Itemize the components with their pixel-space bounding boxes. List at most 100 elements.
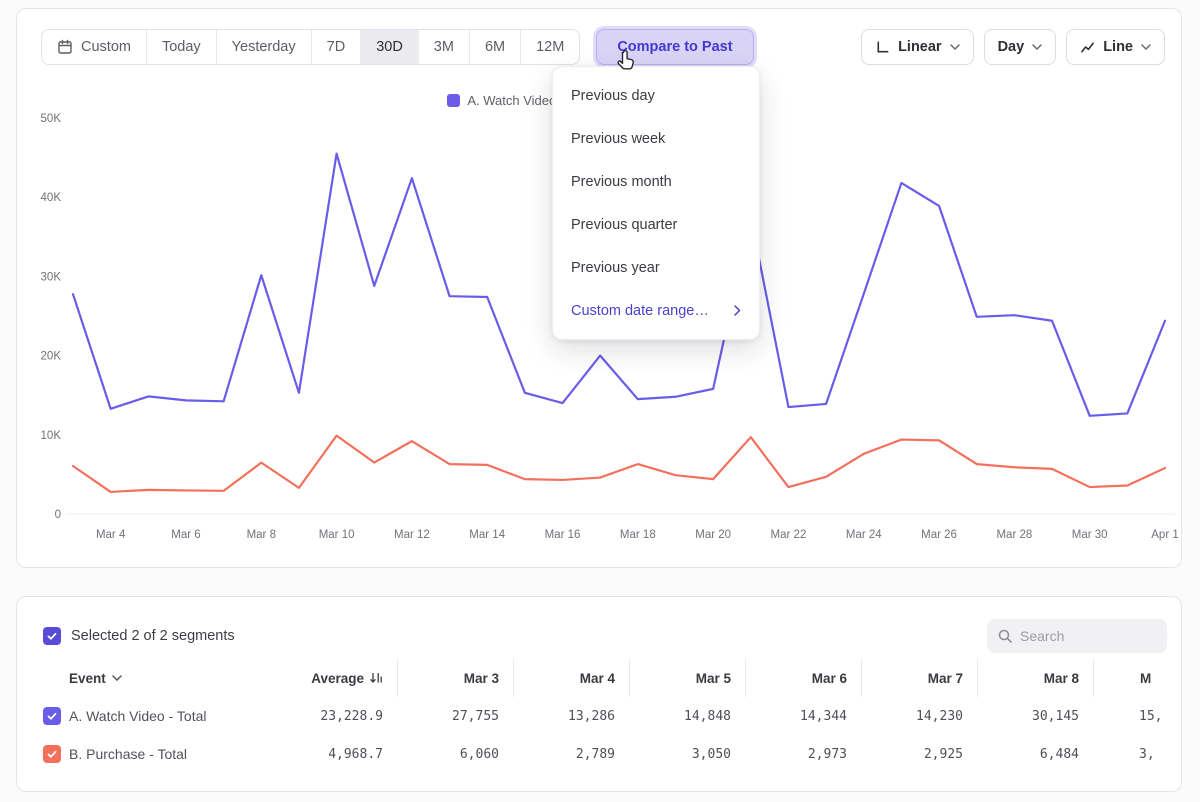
segments-table: Event Average Mar 3 Mar 4 Mar 5 Mar 6 Ma… <box>17 659 1182 773</box>
row-checkbox-cell <box>17 697 61 735</box>
range-label: Yesterday <box>232 39 296 55</box>
chevron-down-icon <box>112 675 122 681</box>
menu-item-custom-date-range[interactable]: Custom date range… <box>553 289 759 332</box>
segments-panel: Selected 2 of 2 segments Event Average <box>16 596 1182 792</box>
range-3m[interactable]: 3M <box>418 30 469 64</box>
column-header-date: Mar 4 <box>513 659 629 697</box>
compare-to-past-button[interactable]: Compare to Past <box>596 29 753 65</box>
header-checkbox-spacer <box>17 659 61 697</box>
x-tick-label: Mar 30 <box>1072 529 1108 541</box>
chevron-down-icon <box>950 44 960 50</box>
segment-name: B. Purchase - Total <box>61 735 297 773</box>
chart-type-select[interactable]: Line <box>1066 29 1165 65</box>
custom-date-range-label: Custom date range… <box>571 303 709 319</box>
average-value: 23,228.9 <box>297 697 397 735</box>
menu-item-previous-year[interactable]: Previous year <box>553 246 759 289</box>
segments-header: Selected 2 of 2 segments <box>43 617 1167 655</box>
segment-a-checkbox[interactable] <box>43 707 61 725</box>
legend-swatch <box>447 94 460 107</box>
range-label: 12M <box>536 39 564 55</box>
chevron-right-icon <box>734 305 741 316</box>
y-tick-label: 50K <box>41 113 62 125</box>
search-box <box>987 619 1167 653</box>
search-input[interactable] <box>1020 628 1150 644</box>
check-icon <box>46 748 58 760</box>
column-header-date: Mar 6 <box>745 659 861 697</box>
check-icon <box>46 630 58 642</box>
interval-label: Day <box>998 39 1025 55</box>
cell-value: 3,050 <box>629 735 745 773</box>
table-header-row: Event Average Mar 3 Mar 4 Mar 5 Mar 6 Ma… <box>17 659 1182 697</box>
range-6m[interactable]: 6M <box>469 30 520 64</box>
range-label: Today <box>162 39 201 55</box>
range-label: 6M <box>485 39 505 55</box>
x-tick-label: Mar 8 <box>247 529 276 541</box>
chart-controls: Linear Day Line <box>861 29 1165 65</box>
column-header-date: Mar 7 <box>861 659 977 697</box>
x-tick-label: Mar 26 <box>921 529 957 541</box>
scale-label: Linear <box>898 39 942 55</box>
cell-value: 13,286 <box>513 697 629 735</box>
table-row: B. Purchase - Total 4,968.7 6,060 2,789 … <box>17 735 1182 773</box>
date-range-selector: Custom Today Yesterday 7D 30D 3M 6M 12M <box>41 29 580 65</box>
column-header-date: Mar 5 <box>629 659 745 697</box>
x-tick-label: Mar 4 <box>96 529 126 541</box>
column-header-date: Mar 3 <box>397 659 513 697</box>
x-tick-label: Apr 1 <box>1151 529 1179 541</box>
range-12m[interactable]: 12M <box>520 30 579 64</box>
column-header-date: Mar 8 <box>977 659 1093 697</box>
y-tick-label: 40K <box>41 192 62 204</box>
cell-value: 30,145 <box>977 697 1093 735</box>
event-header-label: Event <box>69 671 106 686</box>
x-tick-label: Mar 28 <box>996 529 1032 541</box>
x-tick-label: Mar 18 <box>620 529 656 541</box>
range-custom[interactable]: Custom <box>42 30 146 64</box>
range-7d[interactable]: 7D <box>311 30 361 64</box>
column-header-event[interactable]: Event <box>61 659 297 697</box>
range-today[interactable]: Today <box>146 30 216 64</box>
cell-value: 2,973 <box>745 735 861 773</box>
menu-item-previous-day[interactable]: Previous day <box>553 74 759 117</box>
cell-value: 14,344 <box>745 697 861 735</box>
table-row: A. Watch Video - Total 23,228.9 27,755 1… <box>17 697 1182 735</box>
range-label: 7D <box>327 39 346 55</box>
menu-item-previous-quarter[interactable]: Previous quarter <box>553 203 759 246</box>
average-value: 4,968.7 <box>297 735 397 773</box>
range-label: 3M <box>434 39 454 55</box>
range-label: 30D <box>376 39 403 55</box>
cell-value: 2,789 <box>513 735 629 773</box>
column-header-date-clipped: M <box>1093 659 1182 697</box>
cell-value: 27,755 <box>397 697 513 735</box>
y-tick-label: 20K <box>41 351 62 363</box>
cell-value: 14,230 <box>861 697 977 735</box>
menu-item-previous-month[interactable]: Previous month <box>553 160 759 203</box>
x-tick-label: Mar 24 <box>846 529 882 541</box>
check-icon <box>46 710 58 722</box>
interval-select[interactable]: Day <box>984 29 1057 65</box>
sort-descending-icon <box>369 671 383 685</box>
range-yesterday[interactable]: Yesterday <box>216 30 311 64</box>
segment-b-checkbox[interactable] <box>43 745 61 763</box>
column-header-average[interactable]: Average <box>297 659 397 697</box>
series-line-1 <box>73 436 1165 492</box>
scale-select[interactable]: Linear <box>861 29 974 65</box>
range-label: Custom <box>81 39 131 55</box>
x-tick-label: Mar 16 <box>545 529 581 541</box>
select-all-checkbox[interactable] <box>43 627 61 645</box>
x-tick-label: Mar 6 <box>171 529 200 541</box>
calendar-icon <box>57 39 73 55</box>
y-tick-label: 0 <box>55 509 61 521</box>
y-tick-label: 10K <box>41 430 62 442</box>
x-tick-label: Mar 10 <box>319 529 355 541</box>
menu-item-previous-week[interactable]: Previous week <box>553 117 759 160</box>
x-tick-label: Mar 22 <box>771 529 807 541</box>
x-tick-label: Mar 14 <box>469 529 505 541</box>
toolbar: Custom Today Yesterday 7D 30D 3M 6M 12M … <box>41 29 1165 65</box>
chevron-down-icon <box>1141 44 1151 50</box>
compare-to-past-menu: Previous day Previous week Previous mont… <box>552 66 760 340</box>
cell-value: 6,484 <box>977 735 1093 773</box>
range-30d[interactable]: 30D <box>360 30 418 64</box>
cell-value-clipped: 3, <box>1093 735 1182 773</box>
chevron-down-icon <box>1032 44 1042 50</box>
segment-name: A. Watch Video - Total <box>61 697 297 735</box>
